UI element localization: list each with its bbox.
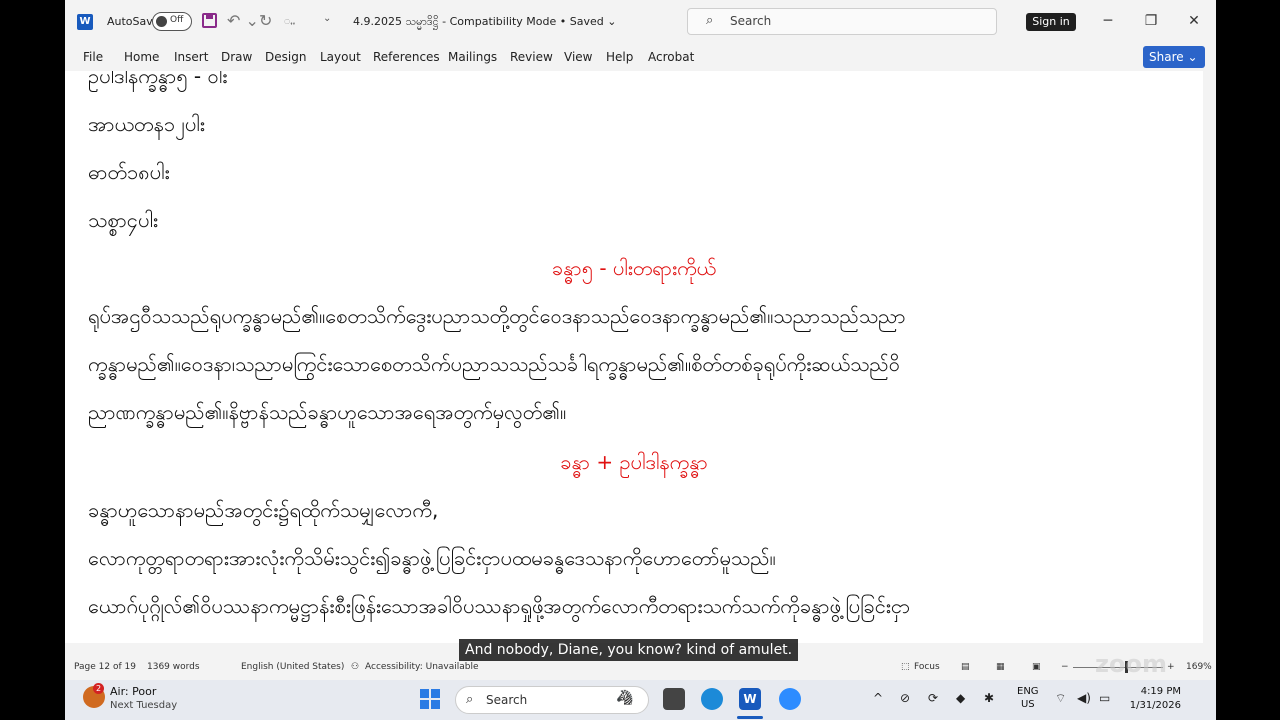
paragraph-line: ခန္ဓာဟူသောနာမည်အတွင်း၌ရထိုက်သမျှလောကီ, — [88, 498, 439, 522]
section-heading: ခန္ဓာ၅ - ပါးတရားကိုယ် — [551, 256, 717, 280]
section-heading: ခန္ဓာ + ဥပါဒါနက္ခန္ဓာ — [560, 450, 708, 474]
share-button[interactable]: Share ⌄ — [1143, 46, 1205, 68]
weather-subtext[interactable]: Next Tuesday — [110, 700, 177, 711]
autosave-toggle[interactable]: Off — [152, 12, 192, 31]
search-input[interactable] — [730, 14, 980, 28]
paragraph-line: ရုပ်အဌဝီသသည်ရုပက္ခန္ဓာမည်၏။စေတသိက်ဒွေးပည… — [88, 304, 906, 328]
focus-icon: ⬚ — [901, 662, 910, 672]
accessibility-icon: ⚇ — [351, 662, 360, 672]
search-box[interactable]: ⌕ — [687, 8, 997, 35]
undo-icon[interactable]: ↶ ⌄ — [227, 11, 259, 30]
tab-file[interactable]: File — [83, 50, 103, 64]
bluetooth-icon[interactable]: ✱ — [984, 691, 994, 705]
start-icon[interactable] — [420, 689, 440, 709]
zoom-in-icon[interactable]: + — [1167, 662, 1175, 672]
tab-acrobat[interactable]: Acrobat — [648, 50, 694, 64]
tray-app-icon[interactable]: ◆ — [956, 691, 965, 705]
toggle-knob — [156, 16, 167, 27]
print-layout-icon[interactable]: ▦ — [996, 662, 1005, 672]
left-black-bar — [0, 0, 65, 720]
weather-status[interactable]: Air: Poor — [110, 685, 156, 698]
taskbar-search[interactable]: ⌕ 🦓 — [455, 686, 649, 714]
volume-icon[interactable]: ◀) — [1077, 691, 1091, 705]
zoom-watermark: zoom — [1095, 650, 1167, 678]
tab-insert[interactable]: Insert — [174, 50, 208, 64]
zebra-icon: 🦓 — [616, 690, 634, 706]
customize-qat-chevron-icon[interactable]: ⌄ — [323, 13, 331, 24]
meet-now-icon[interactable]: ⊘ — [900, 691, 910, 705]
document-page[interactable]: ဥပါဒါနက္ခန္ဓာ၅ - ၀ါး အာယတန၁၂ပါး ဓာတ်၁၈ပါ… — [65, 71, 1203, 643]
title-bar: W AutoSave Off ↶ ⌄ ↻ ꩻꩻ ⌄ 4.9.2025 သမ္မာ… — [65, 0, 1216, 43]
time: 4:19 PM — [1140, 686, 1181, 697]
edge-icon[interactable] — [701, 688, 723, 710]
word-icon: W — [77, 14, 93, 30]
web-layout-icon[interactable]: ▣ — [1032, 662, 1041, 672]
right-black-bar — [1216, 0, 1280, 720]
zoom-level[interactable]: 169% — [1186, 662, 1212, 672]
date: 1/31/2026 — [1129, 700, 1181, 711]
word-taskbar-icon[interactable]: W — [739, 688, 761, 710]
wifi-icon[interactable]: ⌔ — [1055, 691, 1066, 706]
vertical-scrollbar[interactable] — [1203, 71, 1216, 643]
save-icon[interactable] — [202, 13, 217, 28]
word-window: W AutoSave Off ↶ ⌄ ↻ ꩻꩻ ⌄ 4.9.2025 သမ္မာ… — [65, 0, 1216, 680]
minimize-button[interactable]: ─ — [1096, 10, 1120, 32]
tab-home[interactable]: Home — [124, 50, 159, 64]
tab-draw[interactable]: Draw — [221, 50, 252, 64]
caption-subtitle: And nobody, Diane, you know? kind of amu… — [459, 639, 799, 661]
language-status[interactable]: English (United States) — [241, 662, 344, 672]
ribbon-tabs: File Home Insert Draw Design Layout Refe… — [65, 43, 1216, 71]
quick-access-custom-button[interactable]: ꩻꩻ — [284, 14, 295, 29]
tab-view[interactable]: View — [564, 50, 592, 64]
clock[interactable]: 4:19 PM 1/31/2026 — [1125, 685, 1181, 713]
doc-line: အာယတန၁၂ပါး — [88, 112, 205, 136]
tab-mailings[interactable]: Mailings — [448, 50, 497, 64]
close-button[interactable]: ✕ — [1182, 10, 1206, 32]
word-count[interactable]: 1369 words — [147, 662, 200, 672]
paragraph-line: လောကုတ္တရာတရားအားလုံးကိုသိမ်းသွင်း၍ခန္ဓာ… — [88, 546, 776, 570]
focus-button[interactable]: Focus — [914, 662, 940, 672]
taskbar: 2 Air: Poor Next Tuesday ⌕ 🦓 W ^ ⊘ ⟳ ◆ ✱… — [65, 680, 1216, 720]
taskbar-search-input[interactable] — [486, 693, 626, 707]
read-mode-icon[interactable]: ▤ — [961, 662, 970, 672]
active-app-indicator — [737, 716, 763, 719]
file-explorer-icon[interactable] — [663, 688, 685, 710]
sync-icon[interactable]: ⟳ — [928, 691, 938, 705]
document-title[interactable]: 4.9.2025 သမ္မာဒိဋ္ဌိ - Compatibility Mod… — [353, 15, 616, 31]
tab-layout[interactable]: Layout — [320, 50, 361, 64]
search-icon: ⌕ — [706, 13, 714, 28]
zoom-app-icon[interactable] — [779, 688, 801, 710]
language-code: ENG — [1017, 686, 1039, 697]
sign-in-button[interactable]: Sign in — [1026, 13, 1076, 31]
tab-review[interactable]: Review — [510, 50, 553, 64]
tab-design[interactable]: Design — [265, 50, 306, 64]
weather-badge: 2 — [93, 683, 104, 694]
doc-line: ဓာတ်၁၈ပါး — [88, 160, 170, 184]
region-code: US — [1020, 699, 1035, 710]
paragraph-line: က္ခန္ဓာမည်၏။ဝေဒနာ၊သညာမကြွင်းသောစေတသိက်ပည… — [88, 352, 900, 376]
autosave-state: Off — [170, 15, 184, 25]
battery-icon[interactable]: ▭ — [1099, 691, 1110, 705]
paragraph-line: ယောဂ်ပုဂ္ဂိုလ်၏ဝိပဿနာကမ္မဋ္ဌာန်းစီးဖြန်း… — [88, 594, 911, 618]
paragraph-line: ညာဏက္ခန္ဓာမည်၏။နိဗ္ဗာန်သည်ခန္ဓာဟူသောအရေအ… — [88, 400, 567, 424]
chevron-up-icon[interactable]: ^ — [873, 691, 883, 705]
page-count[interactable]: Page 12 of 19 — [74, 662, 136, 672]
zoom-out-icon[interactable]: − — [1061, 662, 1069, 672]
redo-icon[interactable]: ↻ — [259, 11, 272, 30]
doc-line: သစ္စာ၄ပါး — [88, 208, 158, 232]
accessibility-status[interactable]: Accessibility: Unavailable — [365, 662, 479, 672]
search-icon: ⌕ — [466, 692, 474, 707]
doc-line: ဥပါဒါနက္ခန္ဓာ၅ - ၀ါး — [88, 71, 228, 88]
input-language[interactable]: ENG US — [1017, 685, 1039, 711]
tab-help[interactable]: Help — [606, 50, 633, 64]
tab-references[interactable]: References — [373, 50, 440, 64]
maximize-button[interactable]: ❐ — [1139, 10, 1163, 32]
